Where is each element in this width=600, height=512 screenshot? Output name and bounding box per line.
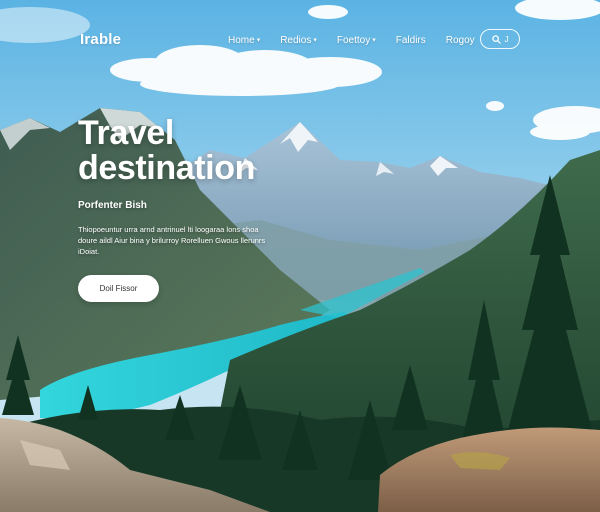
cta-button[interactable]: Doil Fissor [78,275,159,302]
nav-item-home[interactable]: Home ▾ [228,35,260,46]
search-label: J [504,34,509,44]
nav-item-label: Rogoy [445,35,475,46]
chevron-down-icon: ▾ [372,37,376,44]
hero-title-line-1: Travel [78,114,174,152]
top-navigation: Irable Home ▾ Redios ▾ Foettoy ▾ Faldirs… [0,0,600,80]
hero-title: Travel destination [78,116,318,186]
hero-content: Travel destination Porfenter Bish Thiopo… [78,116,318,257]
nav-item-label: Faldirs [395,35,426,46]
nav-item-rogoy[interactable]: Rogoy [446,35,475,46]
nav-item-redios[interactable]: Redios ▾ [280,35,317,46]
nav-item-faldirs[interactable]: Faldirs [396,35,426,46]
hero-subtitle: Porfenter Bish [78,200,147,211]
search-button[interactable]: J [480,29,520,49]
chevron-down-icon: ▾ [256,37,261,44]
search-icon [491,34,501,44]
nav-item-label: Redios [280,35,312,46]
hero-description: Thiopoeuntur urra arnd antrinuel lti loo… [78,225,266,256]
nav-menu: Home ▾ Redios ▾ Foettoy ▾ Faldirs Rogoy [228,35,495,46]
hero-title-line-2: destination [78,149,255,187]
chevron-down-icon: ▾ [313,37,317,44]
nav-item-label: Home [228,35,255,46]
brand-logo[interactable]: Irable [80,31,121,48]
nav-item-foettoy[interactable]: Foettoy ▾ [337,35,376,46]
landing-page: Irable Home ▾ Redios ▾ Foettoy ▾ Faldirs… [0,0,600,512]
nav-item-label: Foettoy [336,35,371,46]
